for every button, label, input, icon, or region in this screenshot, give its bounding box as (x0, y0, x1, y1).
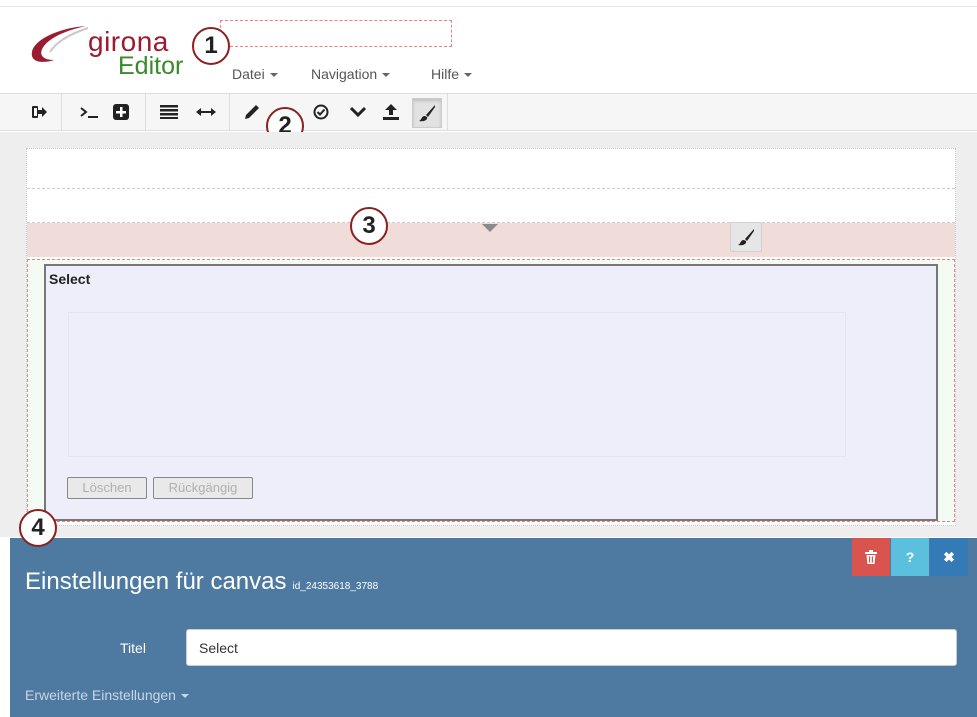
callout-badge-3: 3 (350, 207, 388, 245)
menu-datei[interactable]: Datei (232, 66, 278, 82)
delete-button[interactable]: Löschen (67, 477, 147, 499)
pencil-icon[interactable] (238, 98, 266, 126)
caret-down-icon (180, 694, 189, 699)
chevron-down-icon[interactable] (344, 98, 372, 126)
sign-out-icon[interactable] (26, 98, 54, 126)
check-circle-icon[interactable] (307, 98, 335, 126)
titel-input[interactable] (186, 629, 957, 666)
caret-down-icon (382, 73, 391, 78)
callout-badge-1: 1 (192, 27, 230, 65)
select-drawing-area[interactable] (68, 312, 846, 457)
canvas-row-divider (27, 188, 955, 190)
paintbrush-icon[interactable] (730, 222, 762, 252)
help-button[interactable]: ? (891, 538, 929, 576)
plus-square-icon[interactable] (107, 98, 135, 126)
settings-title: Einstellungen für canvas id_24353618_3788 (25, 568, 379, 595)
callout-badge-4: 4 (19, 509, 57, 547)
terminal-icon[interactable] (76, 98, 104, 126)
logo-text-editor: Editor (118, 52, 184, 80)
toolbar (0, 93, 977, 131)
list-icon[interactable] (155, 98, 183, 126)
menu-hilfe[interactable]: Hilfe (431, 66, 473, 82)
menu-navigation[interactable]: Navigation (311, 66, 391, 82)
trash-icon (865, 550, 877, 564)
top-divider (0, 6, 977, 7)
caret-down-icon (464, 73, 473, 78)
caret-down-icon (269, 73, 278, 78)
title-placeholder-box[interactable] (220, 20, 452, 47)
settings-element-id: id_24353618_3788 (292, 581, 379, 592)
titel-field-label: Titel (120, 640, 146, 656)
paintbrush-icon[interactable] (412, 98, 442, 128)
arrows-horizontal-icon[interactable] (192, 98, 220, 126)
close-button[interactable]: ✖ (930, 538, 968, 576)
advanced-settings-toggle[interactable]: Erweiterte Einstellungen (25, 687, 189, 703)
undo-button[interactable]: Rückgängig (153, 477, 253, 499)
delete-element-button[interactable] (852, 538, 890, 576)
select-element-label: Select (49, 271, 91, 287)
triangle-down-icon[interactable] (482, 224, 498, 232)
upload-icon[interactable] (377, 98, 405, 126)
